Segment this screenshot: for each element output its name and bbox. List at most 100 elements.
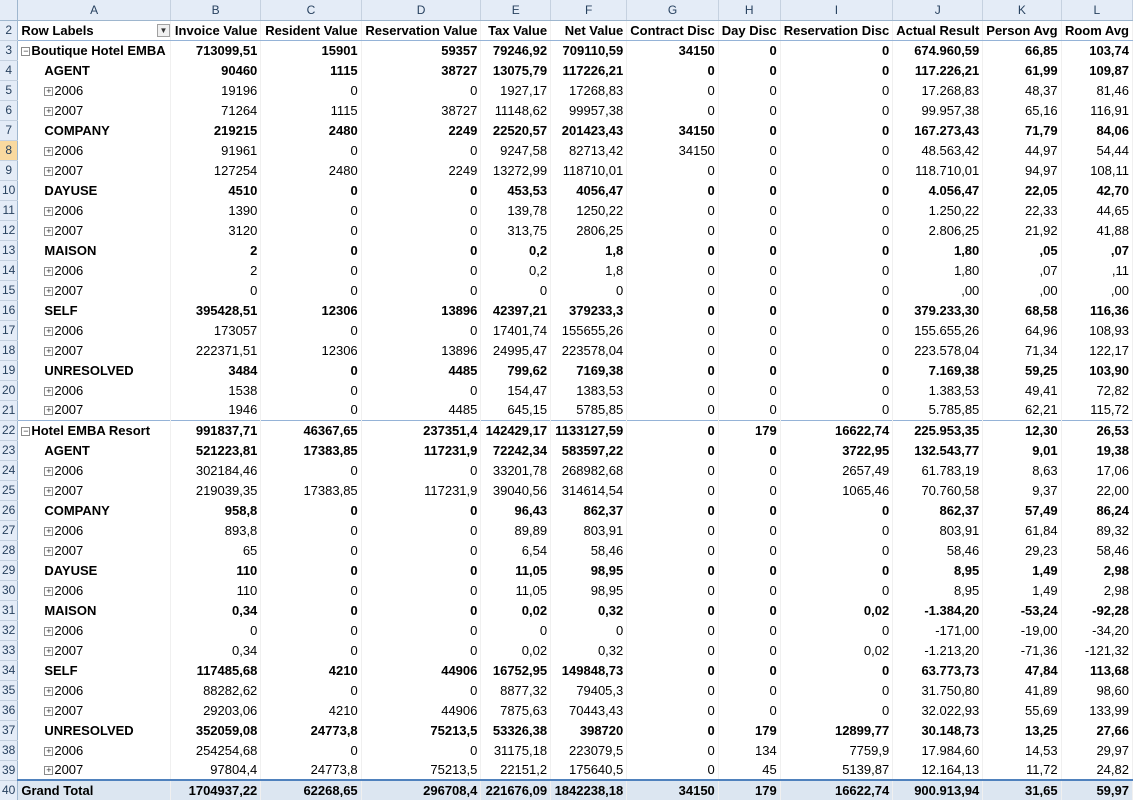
value-cell[interactable]: 862,37 xyxy=(892,500,984,520)
value-cell[interactable]: 132.543,77 xyxy=(892,440,984,460)
value-cell[interactable]: 17,06 xyxy=(1061,460,1133,480)
value-cell[interactable]: 0 xyxy=(260,680,362,700)
row-label-cell[interactable]: +2006 xyxy=(17,320,171,340)
row-header[interactable]: 39 xyxy=(0,760,19,781)
value-cell[interactable]: 72242,34 xyxy=(480,440,552,460)
value-cell[interactable]: 0 xyxy=(361,140,482,160)
value-cell[interactable]: 0 xyxy=(718,300,781,320)
value-cell[interactable]: 61.783,19 xyxy=(892,460,984,480)
value-cell[interactable]: 0 xyxy=(626,100,719,120)
row-header[interactable]: 21 xyxy=(0,400,19,421)
value-cell[interactable]: 0 xyxy=(361,260,482,280)
value-cell[interactable]: 19196 xyxy=(170,80,262,100)
value-cell[interactable]: 0 xyxy=(626,720,719,740)
value-cell[interactable]: 179 xyxy=(718,779,781,800)
row-label-cell[interactable]: MAISON xyxy=(17,600,171,620)
expand-icon[interactable]: + xyxy=(44,466,54,476)
value-cell[interactable]: 97804,4 xyxy=(170,760,262,780)
row-label-cell[interactable]: +2006 xyxy=(17,620,171,640)
value-cell[interactable]: 13272,99 xyxy=(480,160,552,180)
value-cell[interactable]: 31,65 xyxy=(982,779,1062,800)
value-cell[interactable]: -1.384,20 xyxy=(892,600,984,620)
value-cell[interactable]: 34150 xyxy=(626,140,719,160)
value-cell[interactable]: 0 xyxy=(718,540,781,560)
value-cell[interactable]: 0 xyxy=(718,660,781,680)
expand-icon[interactable]: + xyxy=(44,646,54,656)
value-cell[interactable]: -92,28 xyxy=(1061,600,1133,620)
value-cell[interactable]: 0 xyxy=(718,520,781,540)
column-header-h[interactable]: H xyxy=(718,0,781,21)
row-label-cell[interactable]: AGENT xyxy=(17,60,171,80)
value-cell[interactable]: 0 xyxy=(260,200,362,220)
value-cell[interactable]: 173057 xyxy=(170,320,262,340)
value-cell[interactable]: ,07 xyxy=(1061,240,1133,260)
value-cell[interactable]: 0 xyxy=(780,120,894,140)
value-cell[interactable]: 113,68 xyxy=(1061,660,1133,680)
value-cell[interactable]: -34,20 xyxy=(1061,620,1133,640)
value-cell[interactable]: 2249 xyxy=(361,120,482,140)
value-cell[interactable]: 7875,63 xyxy=(480,700,552,720)
value-cell[interactable]: 155655,26 xyxy=(550,320,628,340)
value-cell[interactable]: 53326,38 xyxy=(480,720,552,740)
value-cell[interactable]: 5139,87 xyxy=(780,760,894,780)
value-cell[interactable]: ,11 xyxy=(1061,260,1133,280)
value-cell[interactable]: 0 xyxy=(780,500,894,520)
value-cell[interactable]: 89,32 xyxy=(1061,520,1133,540)
expand-icon[interactable]: + xyxy=(44,106,54,116)
value-cell[interactable]: 13896 xyxy=(361,300,482,320)
value-cell[interactable]: 32.022,93 xyxy=(892,700,984,720)
column-field-header[interactable]: Actual Result xyxy=(892,20,984,41)
value-cell[interactable]: 398720 xyxy=(550,720,628,740)
row-label-cell[interactable]: UNRESOLVED xyxy=(17,720,171,740)
value-cell[interactable]: 98,95 xyxy=(550,580,628,600)
value-cell[interactable]: 0 xyxy=(780,200,894,220)
value-cell[interactable]: 1383,53 xyxy=(550,380,628,400)
value-cell[interactable]: 11,05 xyxy=(480,560,552,580)
value-cell[interactable]: 34150 xyxy=(626,120,719,140)
value-cell[interactable]: 453,53 xyxy=(480,180,552,200)
value-cell[interactable]: 117226,21 xyxy=(550,60,628,80)
value-cell[interactable]: 47,84 xyxy=(982,660,1062,680)
row-label-cell[interactable]: +2007 xyxy=(17,480,171,500)
value-cell[interactable]: 149848,73 xyxy=(550,660,628,680)
value-cell[interactable]: 34150 xyxy=(626,779,719,800)
expand-icon[interactable]: + xyxy=(44,286,54,296)
value-cell[interactable]: 118.710,01 xyxy=(892,160,984,180)
value-cell[interactable]: 33201,78 xyxy=(480,460,552,480)
row-header[interactable]: 6 xyxy=(0,100,19,121)
row-label-cell[interactable]: +2006 xyxy=(17,680,171,700)
value-cell[interactable]: 2 xyxy=(170,240,262,260)
value-cell[interactable]: 0 xyxy=(361,580,482,600)
column-header-c[interactable]: C xyxy=(260,0,362,21)
value-cell[interactable]: 0,2 xyxy=(480,240,552,260)
value-cell[interactable]: 0 xyxy=(718,560,781,580)
value-cell[interactable]: 31.750,80 xyxy=(892,680,984,700)
row-header[interactable]: 26 xyxy=(0,500,19,521)
column-field-header[interactable]: Day Disc xyxy=(718,20,781,41)
value-cell[interactable]: 958,8 xyxy=(170,500,262,520)
value-cell[interactable]: 118710,01 xyxy=(550,160,628,180)
value-cell[interactable]: 65 xyxy=(170,540,262,560)
value-cell[interactable]: 0 xyxy=(718,60,781,80)
value-cell[interactable]: 62268,65 xyxy=(260,779,362,800)
value-cell[interactable]: 0 xyxy=(361,520,482,540)
value-cell[interactable]: 0 xyxy=(718,640,781,660)
expand-icon[interactable]: + xyxy=(44,266,54,276)
value-cell[interactable]: 583597,22 xyxy=(550,440,628,460)
value-cell[interactable]: 117231,9 xyxy=(361,440,482,460)
value-cell[interactable]: 0 xyxy=(718,140,781,160)
value-cell[interactable]: 0 xyxy=(480,280,552,300)
row-label-cell[interactable]: +2006 xyxy=(17,80,171,100)
value-cell[interactable]: 38727 xyxy=(361,60,482,80)
value-cell[interactable]: 803,91 xyxy=(550,520,628,540)
value-cell[interactable]: 0 xyxy=(626,220,719,240)
value-cell[interactable]: 379.233,30 xyxy=(892,300,984,320)
value-cell[interactable]: 49,41 xyxy=(982,380,1062,400)
value-cell[interactable]: 71264 xyxy=(170,100,262,120)
value-cell[interactable]: 71,34 xyxy=(982,340,1062,360)
expand-icon[interactable]: + xyxy=(44,766,54,776)
value-cell[interactable]: 1,49 xyxy=(982,560,1062,580)
value-cell[interactable]: 0 xyxy=(260,360,362,380)
value-cell[interactable]: 108,11 xyxy=(1061,160,1133,180)
row-header[interactable]: 10 xyxy=(0,180,19,201)
